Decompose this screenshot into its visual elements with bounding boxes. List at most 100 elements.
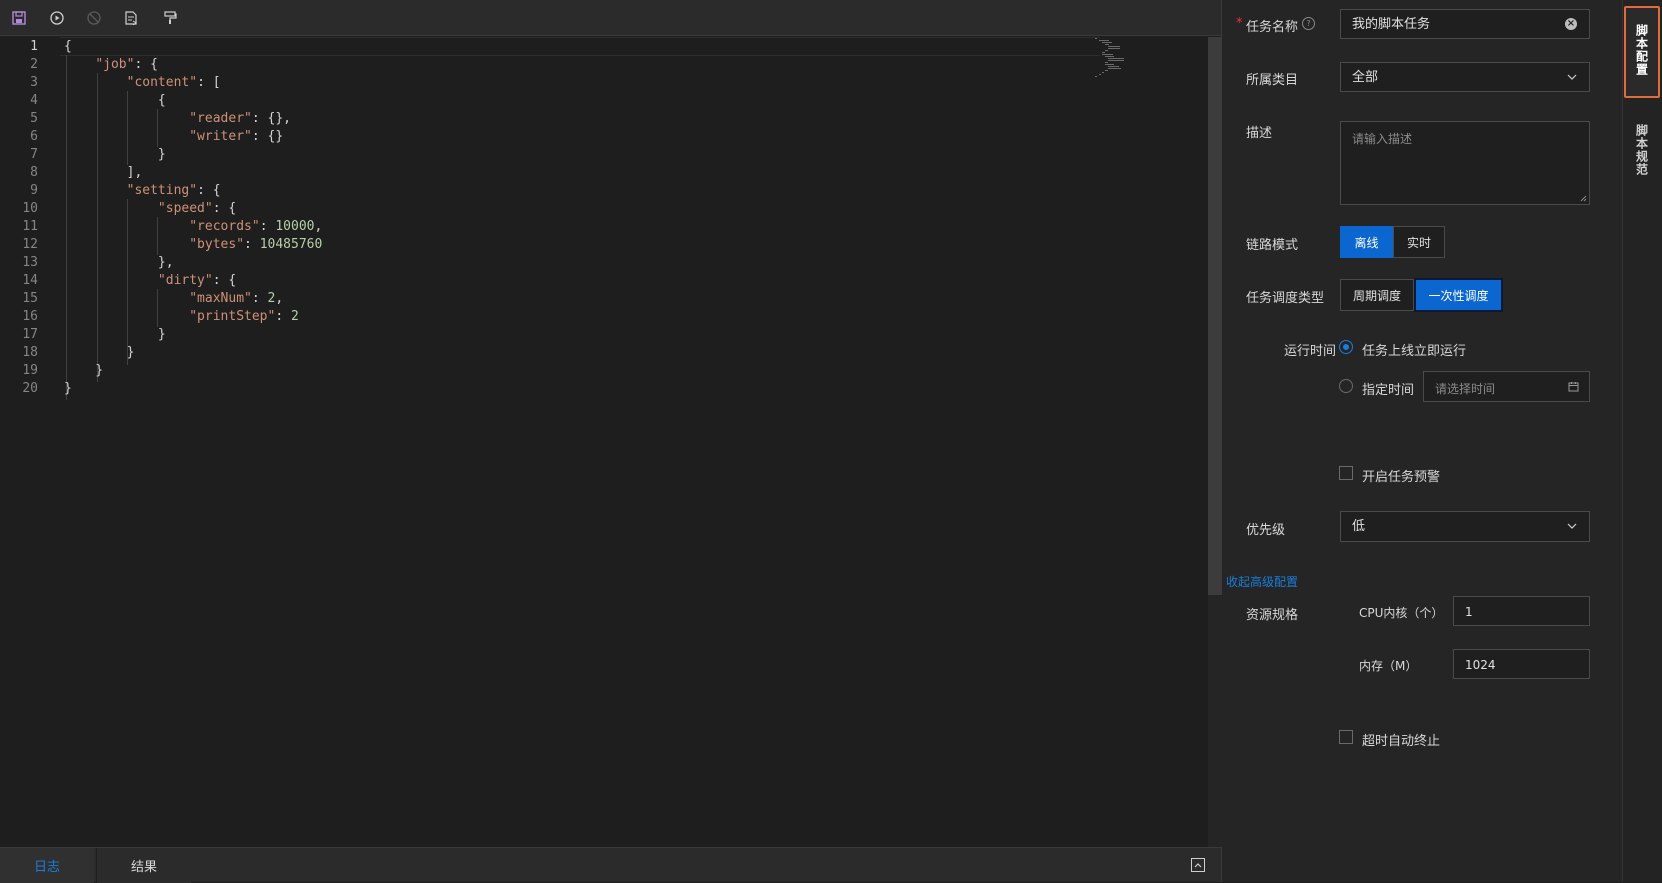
- line-number: 7: [30, 147, 38, 162]
- code-text: "bytes": 10485760: [189, 237, 323, 252]
- timeout-checkbox[interactable]: [1339, 730, 1353, 744]
- code-line: 5 "reader": {},: [0, 109, 1100, 128]
- schedule-type-label: 任务调度类型: [1246, 291, 1325, 306]
- editor-pane: 1{2 "job": {3 "content": [4 {5 "reader":…: [0, 0, 1222, 883]
- line-number: 18: [22, 345, 38, 360]
- code-text: "printStep": 2: [189, 309, 299, 324]
- code-text: },: [64, 255, 174, 270]
- schedule-type-once[interactable]: 一次性调度: [1414, 278, 1503, 312]
- code-line: 14 "dirty": {: [0, 271, 1100, 290]
- tab-result[interactable]: 结果: [96, 848, 191, 883]
- code-line: 20}: [0, 379, 1100, 398]
- minimap[interactable]: [1095, 38, 1131, 78]
- format-document-icon[interactable]: [121, 8, 141, 28]
- time-picker-placeholder: 请选择时间: [1435, 382, 1496, 396]
- code-line: 16 "printStep": 2: [0, 307, 1100, 326]
- description-textarea[interactable]: 请输入描述: [1340, 121, 1590, 205]
- specific-time-label: 指定时间: [1362, 383, 1415, 398]
- priority-value: 低: [1352, 519, 1366, 534]
- line-number: 3: [30, 75, 38, 90]
- code-text: {: [64, 93, 166, 108]
- resize-handle-icon[interactable]: [1580, 195, 1587, 202]
- run-time-label: 运行时间: [1284, 344, 1337, 359]
- code-text: ],: [64, 165, 143, 180]
- priority-select[interactable]: 低: [1340, 511, 1590, 542]
- editor-toolbar: [0, 0, 1221, 36]
- tab-script-spec[interactable]: 脚本规范: [1624, 108, 1660, 208]
- line-number: 4: [30, 93, 38, 108]
- code-editor[interactable]: 1{2 "job": {3 "content": [4 {5 "reader":…: [0, 37, 1208, 847]
- bottom-panel-tabs: 日志 结果: [0, 847, 1221, 883]
- link-mode-offline[interactable]: 离线: [1340, 226, 1393, 258]
- code-line: 6 "writer": {}: [0, 127, 1100, 146]
- code-text: }: [64, 327, 166, 342]
- code-text: "content": [: [126, 75, 221, 90]
- code-text: "records": 10000,: [189, 219, 323, 234]
- code-line: 12 "bytes": 10485760: [0, 235, 1100, 254]
- code-line: 3 "content": [: [0, 73, 1100, 92]
- task-name-label: 任务名称: [1246, 20, 1299, 35]
- radio-run-now[interactable]: [1339, 340, 1353, 354]
- category-select[interactable]: 全部: [1340, 62, 1590, 92]
- line-number: 14: [22, 273, 38, 288]
- code-text: "setting": {: [126, 183, 221, 198]
- tab-script-config-label: 脚本配置: [1634, 24, 1649, 76]
- description-label: 描述: [1246, 126, 1273, 141]
- code-line: 18 }: [0, 343, 1100, 362]
- code-text: }: [64, 345, 135, 360]
- code-text: {: [64, 39, 72, 54]
- task-name-input[interactable]: 我的脚本任务 ×: [1340, 9, 1590, 39]
- editor-scrollbar-thumb[interactable]: [1208, 37, 1222, 595]
- category-label: 所属类目: [1246, 73, 1299, 88]
- link-mode-realtime[interactable]: 实时: [1393, 226, 1445, 258]
- line-number: 15: [22, 291, 38, 306]
- run-now-label: 任务上线立即运行: [1362, 344, 1467, 359]
- code-text: "maxNum": 2,: [189, 291, 284, 306]
- code-line: 17 }: [0, 325, 1100, 344]
- memory-value: 1024: [1465, 658, 1496, 672]
- save-icon[interactable]: [9, 8, 29, 28]
- line-number: 19: [22, 363, 38, 378]
- expand-panel-icon[interactable]: [1191, 858, 1205, 872]
- stop-icon[interactable]: [84, 8, 104, 28]
- radio-specific-time[interactable]: [1339, 379, 1353, 393]
- tab-script-spec-label: 脚本规范: [1634, 124, 1649, 176]
- cpu-input[interactable]: 1: [1453, 596, 1590, 626]
- line-number: 13: [22, 255, 38, 270]
- code-line: 1{: [0, 37, 1100, 56]
- memory-label: 内存（M）: [1359, 659, 1418, 673]
- collapse-advanced-link[interactable]: 收起高级配置: [1226, 573, 1298, 590]
- line-number: 10: [22, 201, 38, 216]
- timeout-checkbox-label: 超时自动终止: [1362, 734, 1441, 749]
- calendar-icon: [1568, 382, 1579, 392]
- category-value: 全部: [1352, 70, 1379, 85]
- code-line: 4 {: [0, 91, 1100, 110]
- description-placeholder: 请输入描述: [1352, 132, 1413, 146]
- code-text: }: [64, 363, 104, 378]
- time-picker[interactable]: 请选择时间: [1423, 371, 1590, 402]
- code-text: }: [64, 147, 166, 162]
- code-text: "dirty": {: [157, 273, 237, 288]
- code-line: 11 "records": 10000,: [0, 217, 1100, 236]
- memory-input[interactable]: 1024: [1453, 649, 1590, 679]
- code-text: }: [64, 381, 72, 396]
- clear-icon[interactable]: ×: [1565, 18, 1577, 30]
- paint-roller-icon[interactable]: [160, 8, 180, 28]
- help-icon[interactable]: ?: [1302, 17, 1315, 30]
- resources-label: 资源规格: [1246, 608, 1299, 623]
- tab-script-config[interactable]: 脚本配置: [1624, 6, 1660, 98]
- code-line: 2 "job": {: [0, 55, 1100, 74]
- line-number: 5: [30, 111, 38, 126]
- code-text: "reader": {},: [189, 111, 291, 126]
- line-number: 17: [22, 327, 38, 342]
- line-number: 12: [22, 237, 38, 252]
- code-line: 9 "setting": {: [0, 181, 1100, 200]
- run-icon[interactable]: [47, 8, 67, 28]
- alert-checkbox[interactable]: [1339, 466, 1353, 480]
- tab-log[interactable]: 日志: [0, 848, 94, 883]
- required-mark: *: [1236, 16, 1243, 31]
- schedule-type-periodic[interactable]: 周期调度: [1340, 279, 1414, 311]
- priority-label: 优先级: [1246, 523, 1286, 538]
- alert-checkbox-label: 开启任务预警: [1362, 470, 1441, 485]
- code-text: "speed": {: [157, 201, 237, 216]
